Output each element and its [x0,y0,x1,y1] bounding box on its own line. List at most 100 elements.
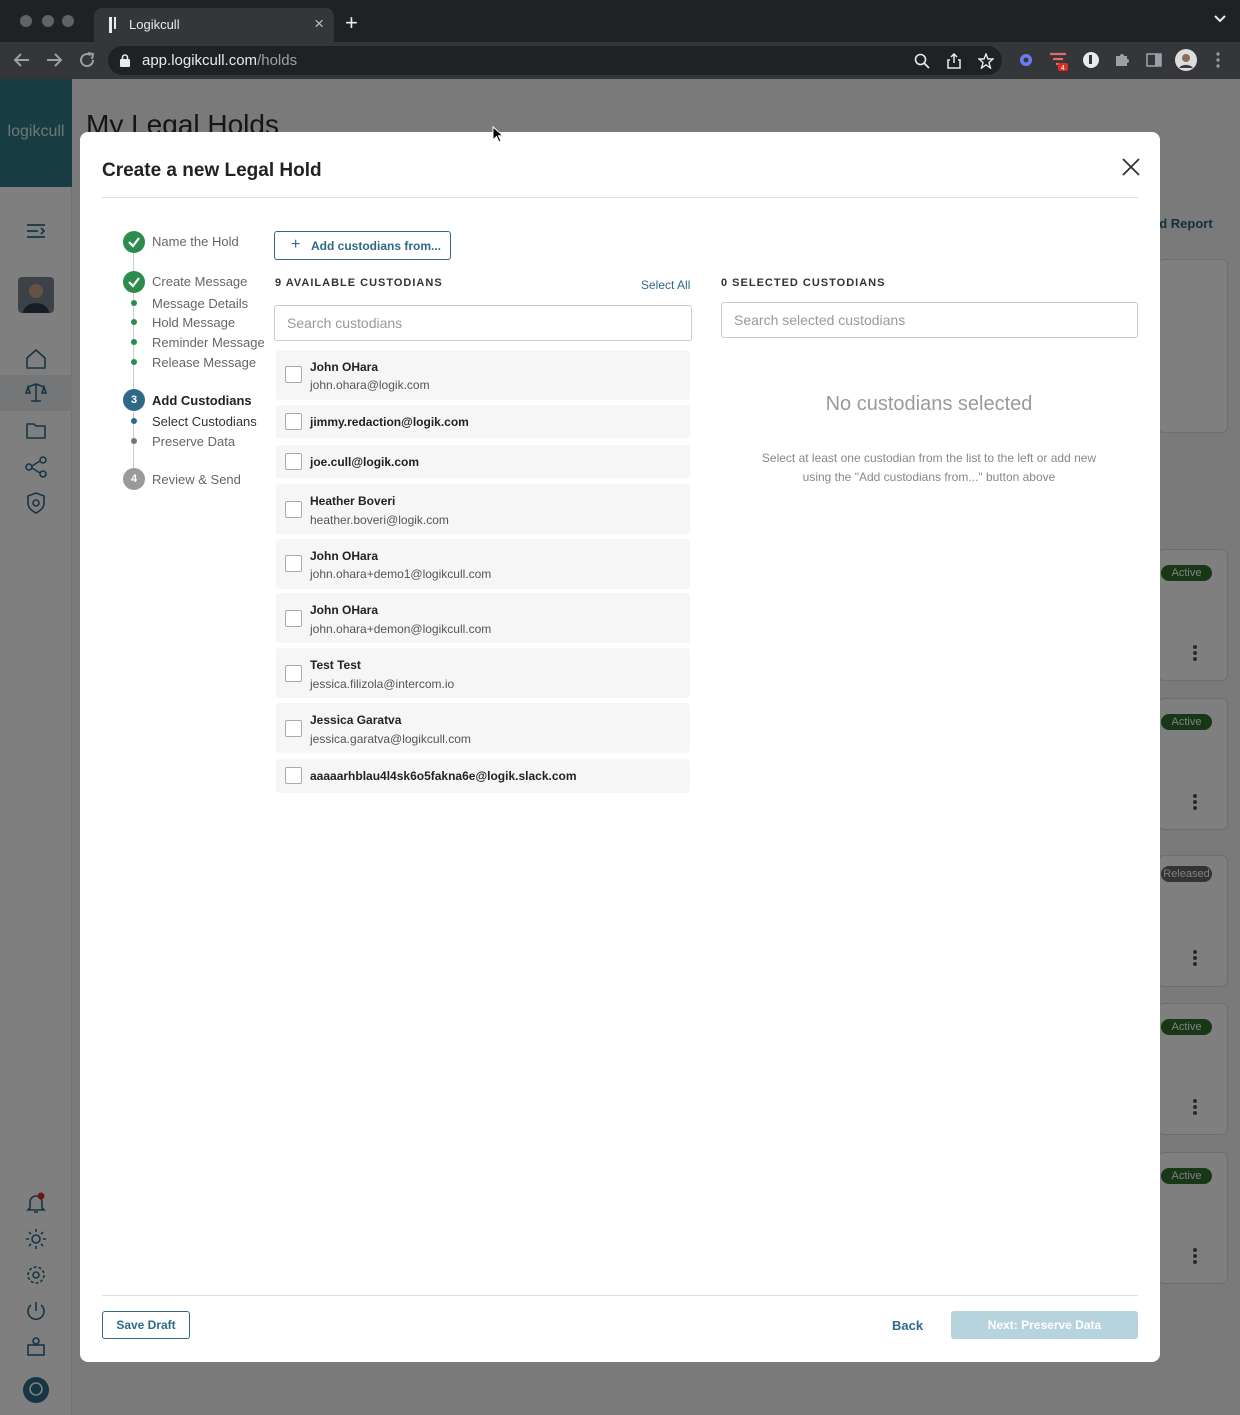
forward-arrow-icon[interactable] [45,51,63,69]
extensions-puzzle-icon[interactable] [1113,51,1131,69]
custodian-checkbox[interactable] [285,665,302,682]
bookmark-star-icon[interactable] [978,53,994,69]
step-number-badge: 4 [123,468,145,490]
empty-state-description: Select at least one custodian from the l… [761,451,1097,484]
browser-menu-icon[interactable] [1215,51,1221,69]
custodian-row[interactable]: joe.cull@logik.com [276,445,690,478]
profile-avatar-icon[interactable] [1175,49,1197,71]
reload-icon[interactable] [78,51,96,69]
extension-password-icon[interactable] [1082,51,1100,69]
substep-dot [131,339,137,345]
custodian-row[interactable]: Heather Boveri heather.boveri@logik.com [276,484,690,534]
url-text: app.logikcull.com/holds [142,52,298,69]
custodian-checkbox[interactable] [285,555,302,572]
zoom-icon[interactable] [914,53,930,69]
tab-title: Logikcull [129,17,180,32]
substep-preserve-data[interactable]: Preserve Data [152,434,235,449]
step-review-send[interactable]: Review & Send [152,472,241,487]
search-selected-custodians-input[interactable] [721,302,1138,338]
custodian-email: aaaaarhblau4l4sk6o5fakna6e@logik.slack.c… [310,769,577,783]
custodian-checkbox[interactable] [285,453,302,470]
substep-dot [131,300,137,306]
browser-toolbar: app.logikcull.com/holds 4 [0,42,1240,79]
back-button[interactable]: Back [892,1318,923,1333]
substep-message-details[interactable]: Message Details [152,296,248,311]
custodian-row[interactable]: aaaaarhblau4l4sk6o5fakna6e@logik.slack.c… [276,759,690,793]
custodian-name: Heather Boveri [310,494,396,508]
substep-dot [131,359,137,365]
save-draft-button[interactable]: Save Draft [102,1311,190,1339]
step-create-message[interactable]: Create Message [152,274,247,289]
extension-gear-icon[interactable] [1017,51,1035,69]
window-maximize-dot[interactable] [62,15,74,27]
browser-tab-strip: Logikcull × + [0,0,1240,42]
substep-select-custodians[interactable]: Select Custodians [152,414,257,429]
custodian-checkbox[interactable] [285,720,302,737]
step-complete-check-icon [123,271,145,293]
substep-dot [131,438,137,444]
custodian-email: jessica.filizola@intercom.io [310,677,455,691]
header-divider [102,197,1138,198]
custodian-email: john.ohara@logik.com [310,378,430,392]
step-name-the-hold[interactable]: Name the Hold [152,234,239,249]
custodian-email: john.ohara+demo1@logikcull.com [310,567,492,581]
custodian-email: jimmy.redaction@logik.com [310,415,469,429]
side-panel-icon[interactable] [1145,51,1163,69]
add-custodians-from-button[interactable]: + Add custodians from... [274,231,451,260]
substep-hold-message[interactable]: Hold Message [152,315,235,330]
custodian-name: John OHara [310,360,379,374]
custodian-checkbox[interactable] [285,610,302,627]
plus-icon: + [291,236,301,253]
substep-reminder-message[interactable]: Reminder Message [152,335,265,350]
next-preserve-data-button[interactable]: Next: Preserve Data [951,1311,1138,1339]
new-tab-icon[interactable]: + [345,12,358,34]
custodian-row[interactable]: John OHara john.ohara+demo1@logikcull.co… [276,539,690,589]
custodian-email: joe.cull@logik.com [310,455,420,469]
custodian-checkbox[interactable] [285,501,302,518]
custodian-name: John OHara [310,603,379,617]
custodian-row[interactable]: John OHara john.ohara+demon@logikcull.co… [276,593,690,643]
browser-tab[interactable]: Logikcull × [94,8,334,42]
svg-text:4: 4 [1061,65,1065,71]
window-close-dot[interactable] [20,15,32,27]
substep-dot [131,418,137,424]
custodian-row[interactable]: Jessica Garatva jessica.garatva@logikcul… [276,703,690,753]
modal-title: Create a new Legal Hold [102,160,322,181]
create-legal-hold-modal: Create a new Legal Hold Name the Hold Cr… [80,132,1160,1362]
substep-dot [131,319,137,325]
mouse-cursor-icon [492,126,504,143]
substep-release-message[interactable]: Release Message [152,355,256,370]
custodian-email: heather.boveri@logik.com [310,513,449,527]
window-minimize-dot[interactable] [42,15,54,27]
custodian-name: Jessica Garatva [310,713,402,727]
empty-state-title: No custodians selected [825,393,1033,415]
step-number-badge: 3 [123,389,145,411]
close-icon[interactable] [1120,156,1142,178]
custodian-name: John OHara [310,549,379,563]
address-bar[interactable]: app.logikcull.com/holds [108,46,1002,75]
custodian-name: Test Test [310,658,361,672]
extension-filter-icon[interactable]: 4 [1049,51,1069,71]
custodian-checkbox[interactable] [285,413,302,430]
search-custodians-input[interactable] [274,305,692,341]
custodian-checkbox[interactable] [285,366,302,383]
step-complete-check-icon [123,231,145,253]
step-add-custodians[interactable]: Add Custodians [152,393,252,408]
custodian-row[interactable]: John OHara john.ohara@logik.com [276,350,690,400]
custodian-row[interactable]: Test Test jessica.filizola@intercom.io [276,648,690,698]
available-custodians-heading: 9 AVAILABLE CUSTODIANS [275,277,443,289]
tab-search-chevron-icon[interactable] [1214,15,1226,23]
custodian-email: john.ohara+demon@logikcull.com [310,622,492,636]
selected-custodians-heading: 0 SELECTED CUSTODIANS [721,277,886,289]
footer-divider [102,1295,1138,1296]
custodian-checkbox[interactable] [285,767,302,784]
lock-icon [120,54,130,67]
share-icon[interactable] [946,53,962,69]
select-all-link[interactable]: Select All [641,278,690,292]
custodian-email: jessica.garatva@logikcull.com [310,732,471,746]
back-arrow-icon[interactable] [13,51,31,69]
logikcull-favicon-icon [109,17,116,33]
stepper-connector [133,252,134,272]
tab-close-icon[interactable]: × [314,14,324,34]
custodian-row[interactable]: jimmy.redaction@logik.com [276,405,690,438]
